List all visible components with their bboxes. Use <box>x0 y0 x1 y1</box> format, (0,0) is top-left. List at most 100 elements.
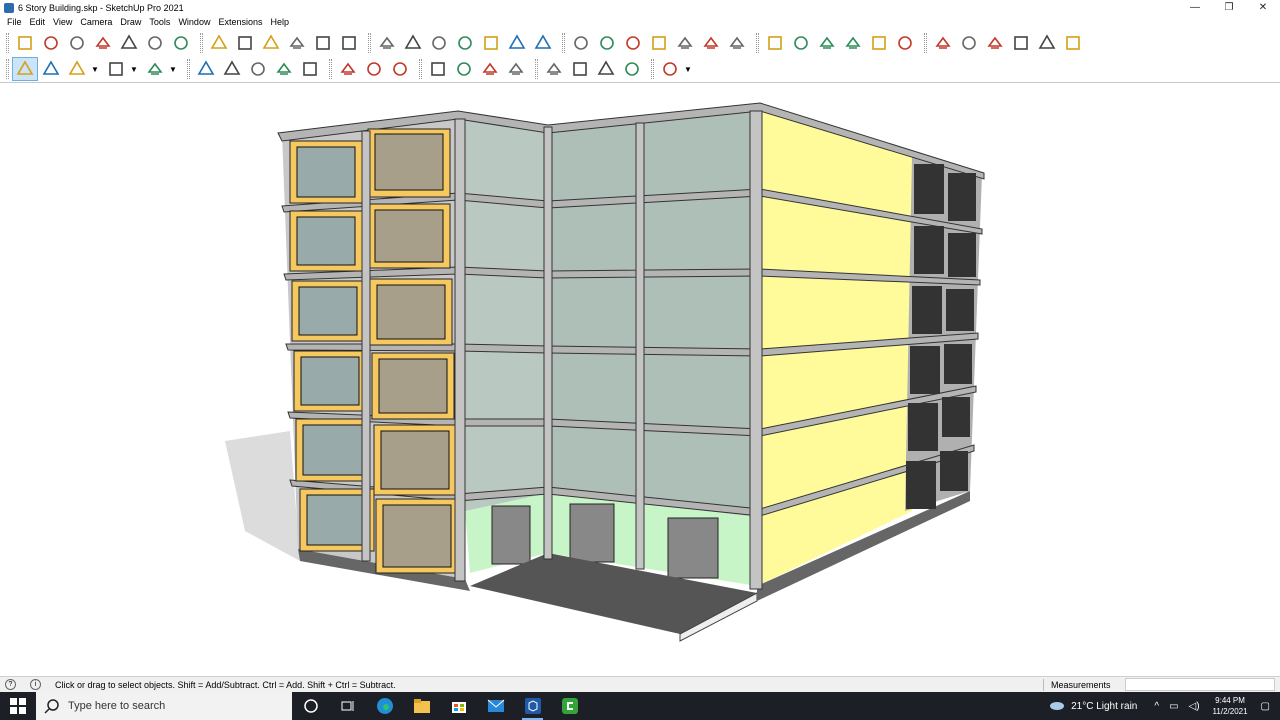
materials-button[interactable] <box>594 58 618 80</box>
lock-button[interactable] <box>375 32 399 54</box>
share-model-button[interactable] <box>983 32 1007 54</box>
toolbar-grip[interactable] <box>368 33 371 53</box>
display-section-planes-button[interactable] <box>233 32 257 54</box>
start-button[interactable] <box>0 692 36 720</box>
menu-draw[interactable]: Draw <box>116 17 145 27</box>
dropdown-arrow[interactable]: ▼ <box>129 58 139 80</box>
eraser-button[interactable] <box>39 58 63 80</box>
extension-warehouse-button[interactable] <box>957 32 981 54</box>
close-button[interactable]: ✕ <box>1246 0 1280 15</box>
layers-panel-button[interactable] <box>620 58 644 80</box>
info-icon[interactable]: i <box>30 679 41 690</box>
text-button[interactable] <box>362 58 386 80</box>
push-pull-button[interactable] <box>194 58 218 80</box>
volume-icon[interactable]: ◁) <box>1189 701 1200 712</box>
styles-button[interactable] <box>311 32 335 54</box>
flip-edge-button[interactable] <box>169 32 193 54</box>
bottom-view-button[interactable] <box>725 32 749 54</box>
mail-app[interactable] <box>477 692 514 720</box>
move-button[interactable] <box>246 58 270 80</box>
edge-app[interactable] <box>366 692 403 720</box>
maximize-button[interactable]: ❐ <box>1212 0 1246 15</box>
solid-split-button[interactable] <box>531 32 555 54</box>
rotate-button[interactable] <box>272 58 296 80</box>
menu-tools[interactable]: Tools <box>145 17 174 27</box>
menu-help[interactable]: Help <box>266 17 293 27</box>
menu-camera[interactable]: Camera <box>76 17 116 27</box>
rectangle-button[interactable] <box>143 58 167 80</box>
solid-outer-shell-button[interactable] <box>401 32 425 54</box>
menu-file[interactable]: File <box>3 17 26 27</box>
layout-button[interactable] <box>1009 32 1033 54</box>
drape-button[interactable] <box>117 32 141 54</box>
file-explorer-app[interactable] <box>403 692 440 720</box>
solid-subtract-button[interactable] <box>479 32 503 54</box>
front-view-button[interactable] <box>621 32 645 54</box>
warehouse-button[interactable] <box>931 32 955 54</box>
section-plane-button[interactable] <box>207 32 231 54</box>
menu-view[interactable]: View <box>49 17 76 27</box>
edge-style-button[interactable] <box>893 32 917 54</box>
line-button[interactable] <box>65 58 89 80</box>
task-view-button[interactable] <box>329 692 366 720</box>
notifications-icon[interactable]: ▢ <box>1261 701 1270 712</box>
toolbar-grip[interactable] <box>924 33 927 53</box>
sandbox-from-contours-button[interactable] <box>13 32 37 54</box>
scale-button[interactable] <box>298 58 322 80</box>
orbit-button[interactable] <box>426 58 450 80</box>
geo-location-icon[interactable]: ? <box>5 679 16 690</box>
cortana-button[interactable] <box>292 692 329 720</box>
tape-measure-button[interactable] <box>336 58 360 80</box>
clock[interactable]: 9:44 PM 11/2/2021 <box>1213 695 1248 717</box>
model-viewport[interactable] <box>0 82 1280 675</box>
account-button[interactable] <box>658 58 682 80</box>
axes-button[interactable] <box>789 32 813 54</box>
left-view-button[interactable] <box>699 32 723 54</box>
back-view-button[interactable] <box>673 32 697 54</box>
toolbar-grip[interactable] <box>419 59 422 79</box>
toolbar-grip[interactable] <box>187 59 190 79</box>
zoom-extents-button[interactable] <box>504 58 528 80</box>
network-icon[interactable]: ▭ <box>1169 701 1178 712</box>
photo-texture-button[interactable] <box>1035 32 1059 54</box>
arc-button[interactable] <box>104 58 128 80</box>
toolbar-grip[interactable] <box>329 59 332 79</box>
layers-button[interactable] <box>337 32 361 54</box>
camtasia-app[interactable] <box>551 692 588 720</box>
sketchup-app[interactable] <box>514 692 551 720</box>
guides-button[interactable] <box>815 32 839 54</box>
3d-warehouse-button[interactable] <box>542 58 566 80</box>
add-detail-button[interactable] <box>143 32 167 54</box>
solid-union-button[interactable] <box>453 32 477 54</box>
store-app[interactable] <box>440 692 477 720</box>
select-button[interactable] <box>12 57 38 81</box>
sandbox-from-scratch-button[interactable] <box>39 32 63 54</box>
menu-extensions[interactable]: Extensions <box>214 17 266 27</box>
top-view-button[interactable] <box>595 32 619 54</box>
dropdown-arrow[interactable]: ▼ <box>683 58 693 80</box>
toolbar-grip[interactable] <box>562 33 565 53</box>
menu-edit[interactable]: Edit <box>26 17 50 27</box>
menu-window[interactable]: Window <box>174 17 214 27</box>
paint-bucket-button[interactable] <box>388 58 412 80</box>
dropdown-arrow[interactable]: ▼ <box>168 58 178 80</box>
shadows-button[interactable] <box>841 32 865 54</box>
solid-intersect-button[interactable] <box>427 32 451 54</box>
zoom-button[interactable] <box>478 58 502 80</box>
toolbar-grip[interactable] <box>6 59 9 79</box>
fog-button[interactable] <box>867 32 891 54</box>
weather-widget[interactable]: 21°C Light rain <box>1049 700 1137 712</box>
components-button[interactable] <box>568 58 592 80</box>
follow-me-button[interactable] <box>220 58 244 80</box>
iso-view-button[interactable] <box>569 32 593 54</box>
dropdown-arrow[interactable]: ▼ <box>90 58 100 80</box>
toolbar-grip[interactable] <box>200 33 203 53</box>
stamp-button[interactable] <box>91 32 115 54</box>
toolbar-grip[interactable] <box>756 33 759 53</box>
minimize-button[interactable]: — <box>1178 0 1212 15</box>
toolbar-grip[interactable] <box>535 59 538 79</box>
solid-trim-button[interactable] <box>505 32 529 54</box>
outliner-button[interactable] <box>259 32 283 54</box>
toolbar-grip[interactable] <box>6 33 9 53</box>
measurements-input[interactable] <box>1125 678 1275 691</box>
